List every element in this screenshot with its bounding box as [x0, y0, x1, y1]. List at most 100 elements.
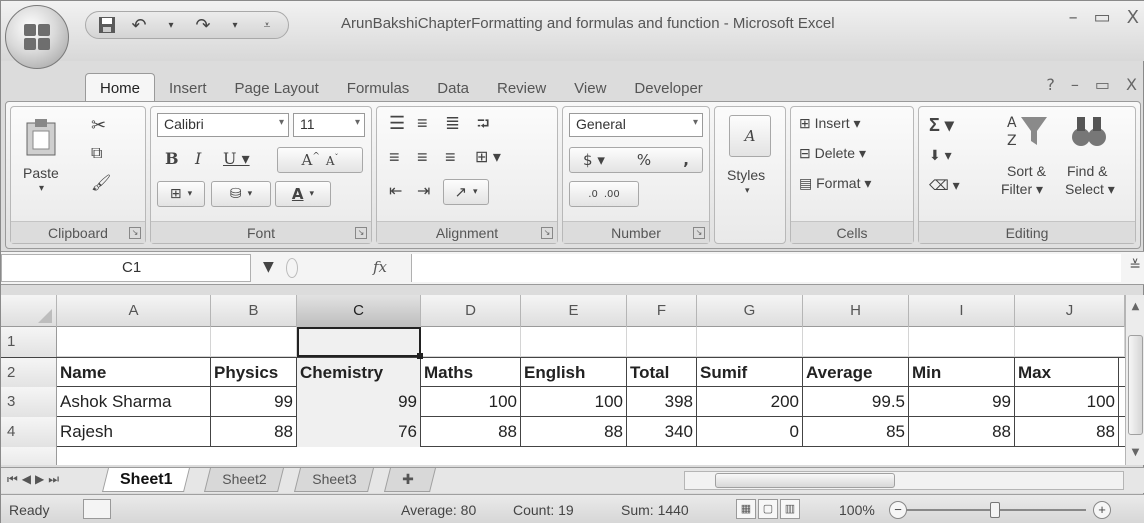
number-format-combo[interactable]: General ▾: [569, 113, 703, 137]
grow-font-icon[interactable]: A^: [301, 151, 319, 169]
help-icon[interactable]: ?: [1046, 75, 1055, 94]
column-header-i[interactable]: I: [909, 295, 1015, 327]
find-select-label-2[interactable]: Select ▾: [1065, 181, 1115, 198]
cell[interactable]: [627, 327, 697, 357]
autosum-icon[interactable]: Σ ▾: [929, 115, 954, 136]
save-icon[interactable]: [96, 14, 118, 36]
cell[interactable]: 340: [627, 417, 697, 447]
underline-icon[interactable]: U ▾: [223, 149, 250, 168]
column-header-f[interactable]: F: [627, 295, 697, 327]
cell[interactable]: 85: [803, 417, 909, 447]
expand-formula-bar-icon[interactable]: ≚: [1129, 258, 1141, 274]
scroll-up-icon[interactable]: ▲: [1128, 299, 1143, 315]
horizontal-scroll-thumb[interactable]: [715, 473, 895, 488]
font-launcher-icon[interactable]: ↘: [355, 227, 367, 239]
styles-label[interactable]: Styles: [727, 167, 765, 183]
borders-button[interactable]: ⊞ ▾: [157, 181, 205, 207]
scroll-down-icon[interactable]: ▼: [1128, 445, 1143, 461]
redo-icon[interactable]: ↷: [192, 14, 214, 36]
row-header[interactable]: 4: [1, 417, 57, 447]
name-box-dropdown-icon[interactable]: ▼: [263, 259, 274, 275]
cell[interactable]: 99: [297, 387, 421, 417]
format-painter-icon[interactable]: 🖌: [91, 173, 111, 193]
cell[interactable]: 88: [421, 417, 521, 447]
cell[interactable]: English: [521, 358, 627, 388]
column-header-h[interactable]: H: [803, 295, 909, 327]
sheet-navigation-icons[interactable]: ⏮◀▶⏭: [7, 472, 63, 487]
page-layout-view-icon[interactable]: ▢: [758, 499, 778, 519]
workbook-minimize-button[interactable]: –: [1071, 75, 1079, 94]
cell[interactable]: Ashok Sharma: [57, 387, 211, 417]
paste-label[interactable]: Paste: [23, 165, 59, 181]
paste-dropdown-icon[interactable]: ▾: [39, 183, 44, 194]
vertical-scroll-thumb[interactable]: [1128, 335, 1143, 435]
column-header-e[interactable]: E: [521, 295, 627, 327]
font-name-combo[interactable]: Calibri ▾: [157, 113, 289, 137]
styles-icon[interactable]: A: [729, 115, 771, 157]
top-align-icon[interactable]: ☰: [389, 113, 405, 134]
cell[interactable]: Chemistry: [297, 358, 421, 388]
bottom-align-icon[interactable]: ≣: [445, 113, 460, 134]
redo-dropdown-icon[interactable]: ▾: [224, 14, 246, 36]
horizontal-scrollbar[interactable]: [684, 471, 1124, 490]
normal-view-icon[interactable]: ▦: [736, 499, 756, 519]
sort-filter-label-1[interactable]: Sort &: [1007, 163, 1046, 179]
clear-icon[interactable]: ⌫ ▾: [929, 177, 960, 194]
insert-sheet-icon[interactable]: ✚: [384, 468, 436, 492]
name-box[interactable]: C1: [1, 254, 251, 282]
column-header-g[interactable]: G: [697, 295, 803, 327]
cut-icon[interactable]: ✂: [91, 115, 106, 136]
chevron-down-icon[interactable]: ▾: [745, 185, 750, 196]
customize-qat-icon[interactable]: ⩡: [256, 14, 278, 36]
cell[interactable]: 99: [211, 387, 297, 417]
zoom-slider-knob[interactable]: [990, 502, 1000, 518]
cell[interactable]: [521, 327, 627, 357]
cell[interactable]: [697, 327, 803, 357]
currency-icon[interactable]: $ ▾: [583, 151, 605, 169]
macro-record-icon[interactable]: [83, 499, 111, 519]
font-size-combo[interactable]: 11 ▾: [293, 113, 365, 137]
tab-page-layout[interactable]: Page Layout: [221, 73, 333, 103]
insert-function-icon[interactable]: fx: [373, 258, 387, 276]
cell[interactable]: 99.5: [803, 387, 909, 417]
paste-icon[interactable]: [25, 117, 59, 157]
cell[interactable]: [909, 327, 1015, 357]
cell[interactable]: [1015, 327, 1125, 357]
font-color-button[interactable]: A ▾: [275, 181, 331, 207]
delete-cells-button[interactable]: ⊟ Delete ▾: [799, 145, 866, 162]
bold-icon[interactable]: B: [165, 149, 179, 168]
zoom-in-icon[interactable]: +: [1093, 501, 1111, 519]
clipboard-launcher-icon[interactable]: ↘: [129, 227, 141, 239]
cell[interactable]: 88: [1015, 417, 1119, 447]
cell[interactable]: 100: [1015, 387, 1119, 417]
percent-icon[interactable]: %: [637, 151, 651, 169]
cell[interactable]: Rajesh: [57, 417, 211, 447]
zoom-slider[interactable]: [906, 502, 1086, 518]
tab-view[interactable]: View: [560, 73, 620, 103]
close-button[interactable]: X: [1127, 7, 1139, 28]
orientation-button[interactable]: ↗ ▾: [443, 179, 489, 205]
sort-filter-icon[interactable]: AZ: [1005, 111, 1049, 151]
cell[interactable]: 100: [421, 387, 521, 417]
row-header[interactable]: [1, 447, 57, 465]
cell[interactable]: [421, 327, 521, 357]
sheet-tab-sheet3[interactable]: Sheet3: [294, 468, 375, 492]
cell[interactable]: 88: [211, 417, 297, 447]
align-right-icon[interactable]: ≡: [445, 147, 456, 168]
tab-developer[interactable]: Developer: [620, 73, 716, 103]
column-header-c[interactable]: C: [297, 295, 421, 327]
workbook-restore-button[interactable]: ▭: [1095, 75, 1110, 94]
column-header-b[interactable]: B: [211, 295, 297, 327]
cell[interactable]: 88: [521, 417, 627, 447]
zoom-level[interactable]: 100%: [839, 502, 875, 518]
office-button[interactable]: [5, 5, 69, 69]
fill-color-button[interactable]: ⛁ ▾: [211, 181, 271, 207]
column-header-j[interactable]: J: [1015, 295, 1125, 327]
tab-formulas[interactable]: Formulas: [333, 73, 424, 103]
cell[interactable]: 200: [697, 387, 803, 417]
formula-input[interactable]: [411, 254, 1121, 282]
tab-review[interactable]: Review: [483, 73, 560, 103]
merge-center-icon[interactable]: ⊞ ▾: [475, 147, 501, 167]
insert-cells-button[interactable]: ⊞ Insert ▾: [799, 115, 861, 132]
shrink-font-icon[interactable]: Aˇ: [326, 153, 339, 168]
